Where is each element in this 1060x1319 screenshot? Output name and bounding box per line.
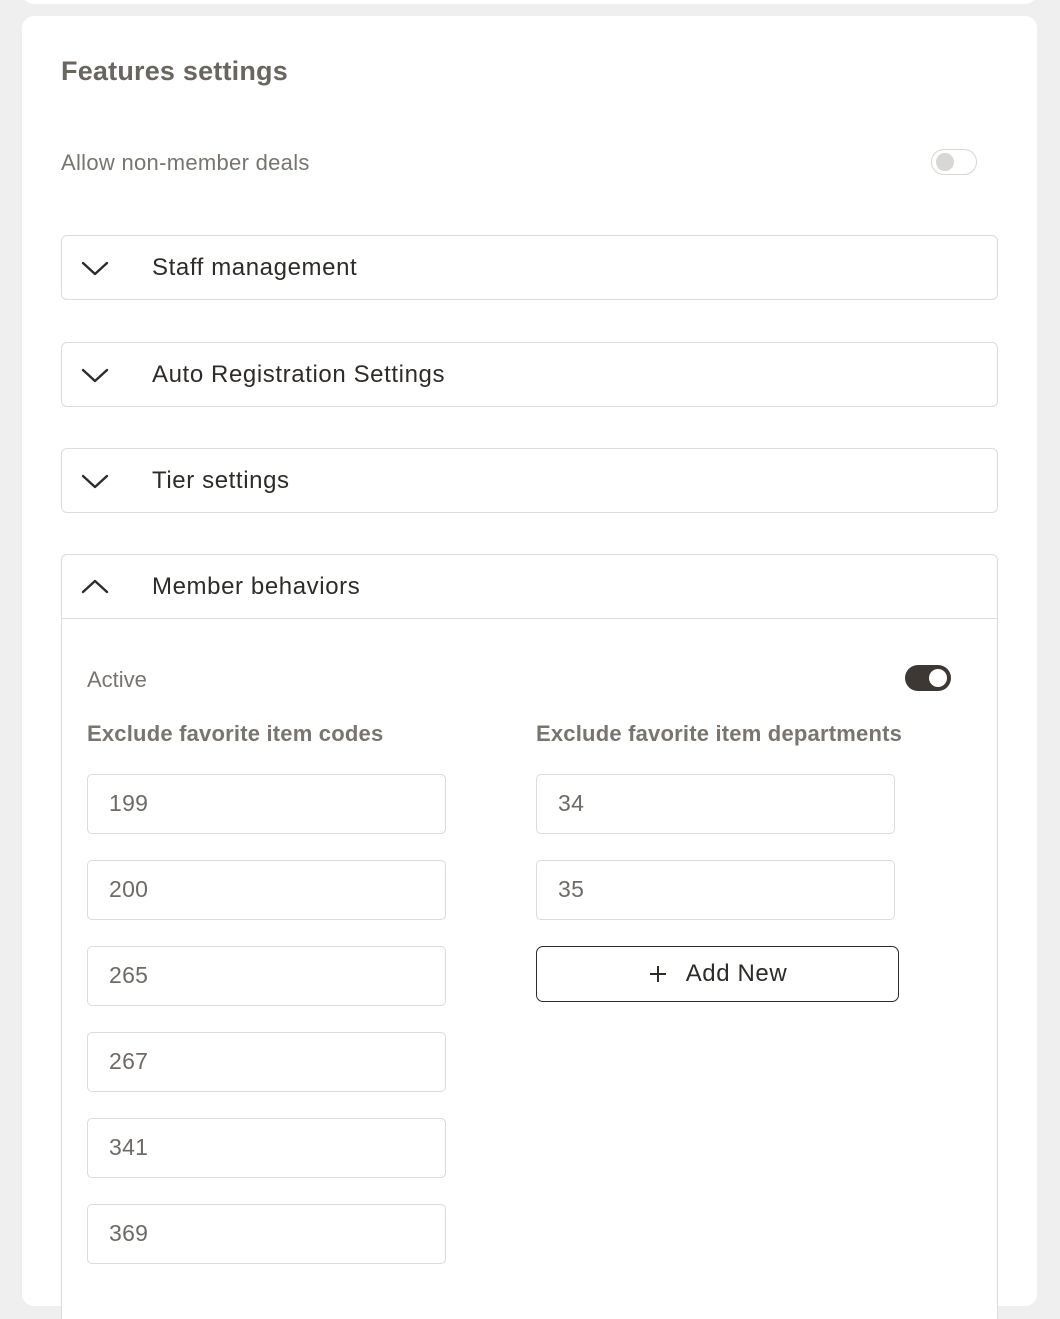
accordion-staff-management: Staff management [61,235,998,300]
plus-icon [649,966,666,982]
allow-non-member-deals-toggle[interactable] [931,149,977,175]
previous-card-edge [22,0,1037,4]
item-code-input[interactable]: 369 [87,1204,446,1264]
item-code-input[interactable]: 265 [87,946,446,1006]
toggle-knob [936,152,954,171]
accordion-title: Member behaviors [152,573,361,600]
chevron-up-icon [81,579,109,594]
item-code-input[interactable]: 267 [87,1032,446,1092]
accordion-header-member-behaviors[interactable]: Member behaviors [62,555,997,618]
card-title: Features settings [61,56,288,86]
member-behaviors-body: Active Exclude favorite item codes Exclu… [62,618,997,1319]
item-code-input[interactable]: 199 [87,774,446,834]
accordion-tier-settings: Tier settings [61,448,998,513]
item-code-input[interactable]: 341 [87,1118,446,1178]
accordion-header-staff-management[interactable]: Staff management [62,236,997,299]
accordion-title: Tier settings [152,467,290,494]
accordion-title: Auto Registration Settings [152,361,446,388]
item-code-input[interactable]: 200 [87,860,446,920]
departments-header: Exclude favorite item departments [536,721,903,746]
add-new-label: Add New [685,960,788,987]
features-settings-card: Features settings Allow non-member deals… [22,16,1037,1319]
accordion-member-behaviors: Member behaviors Active Exclude favorite… [61,554,998,1319]
add-new-button[interactable]: Add New [536,946,899,1002]
allow-non-member-deals-label: Allow non-member deals [61,150,310,175]
item-codes-header: Exclude favorite item codes [87,721,384,746]
active-toggle[interactable] [905,665,951,691]
chevron-down-icon [81,261,109,276]
department-input[interactable]: 35 [536,860,895,920]
department-input[interactable]: 34 [536,774,895,834]
active-label: Active [87,667,147,692]
accordion-title: Staff management [152,254,358,281]
chevron-down-icon [81,474,109,489]
accordion-header-auto-registration-settings[interactable]: Auto Registration Settings [62,343,997,406]
toggle-knob [929,669,947,687]
chevron-down-icon [81,368,109,383]
accordion-header-tier-settings[interactable]: Tier settings [62,449,997,512]
accordion-auto-registration-settings: Auto Registration Settings [61,342,998,407]
